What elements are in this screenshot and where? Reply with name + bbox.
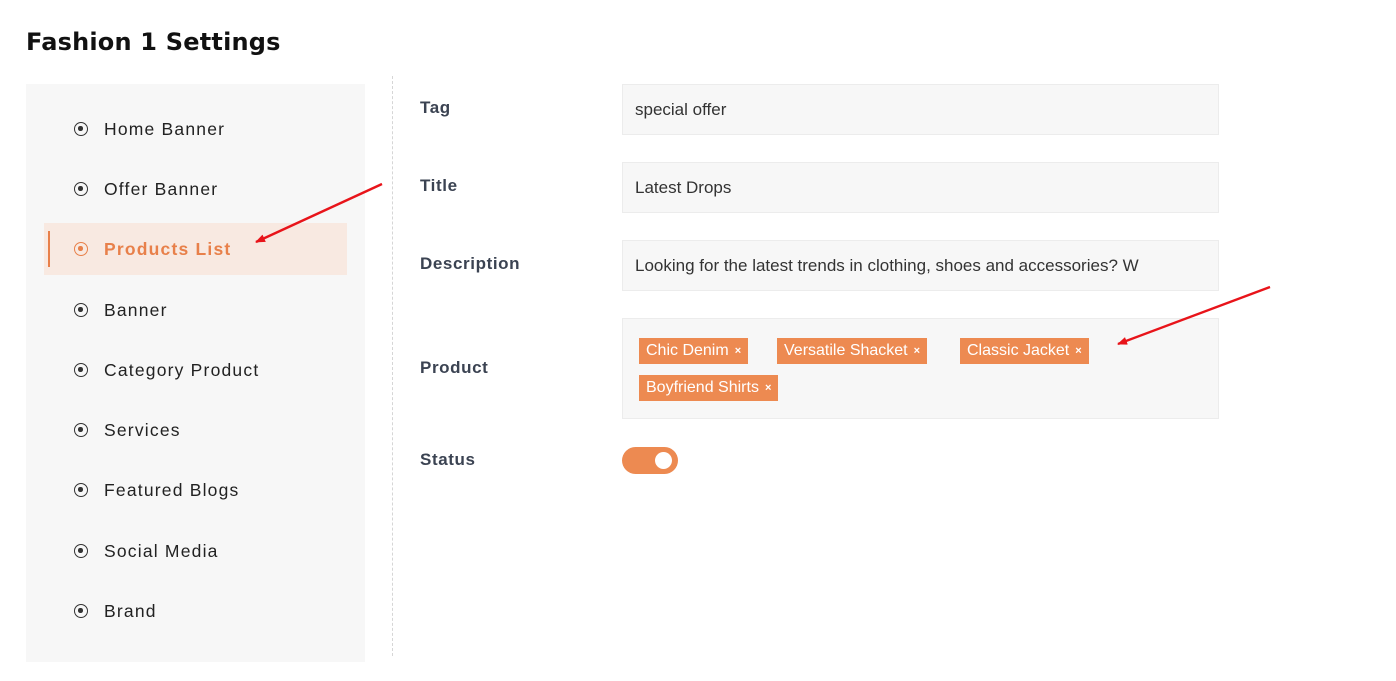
annotation-arrow-tags xyxy=(1117,285,1271,346)
annotation-arrow-sidebar xyxy=(255,182,383,244)
annotation-arrows xyxy=(255,182,1271,346)
